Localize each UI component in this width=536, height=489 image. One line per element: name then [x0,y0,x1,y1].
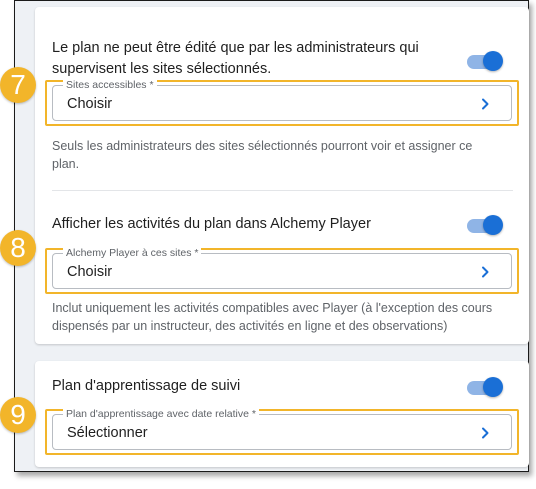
player-sites-select[interactable]: Alchemy Player à ces sites * Choisir [52,246,512,289]
chevron-right-icon [482,98,489,110]
player-toggle-label: Afficher les activités du plan dans Alch… [52,216,371,232]
settings-panel: Le plan ne peut être édité que par les a… [14,0,529,472]
section-divider [52,190,513,191]
sites-select-value: Choisir [67,96,113,112]
toggle-knob [483,215,503,235]
callout-badge-8: 8 [0,230,36,266]
player-select-value: Choisir [67,264,113,280]
followup-plan-select[interactable]: Plan d'apprentissage avec date relative … [52,407,512,450]
followup-toggle-label: Plan d'apprentissage de suivi [52,378,241,394]
sites-select[interactable]: Sites accessibles * Choisir [52,78,512,121]
player-helper-text: Inclut uniquement les activités compatib… [52,301,493,333]
restrict-edit-toggle[interactable] [467,51,503,71]
player-select-legend: Alchemy Player à ces sites * [63,246,202,260]
followup-select-legend: Plan d'apprentissage avec date relative … [63,407,259,421]
followup-select-value: Sélectionner [67,425,148,441]
chevron-right-icon [482,266,489,278]
callout-badge-9: 9 [0,397,36,433]
toggle-knob [483,377,503,397]
callout-badge-7: 7 [0,67,36,103]
sites-select-legend: Sites accessibles * [63,78,157,92]
toggle-knob [483,51,503,71]
followup-toggle[interactable] [467,377,503,397]
sites-helper-text: Seuls les administrateurs des sites séle… [52,139,473,171]
player-toggle[interactable] [467,215,503,235]
restrict-edit-label: Le plan ne peut être édité que par les a… [52,40,419,77]
chevron-right-icon [482,427,489,439]
